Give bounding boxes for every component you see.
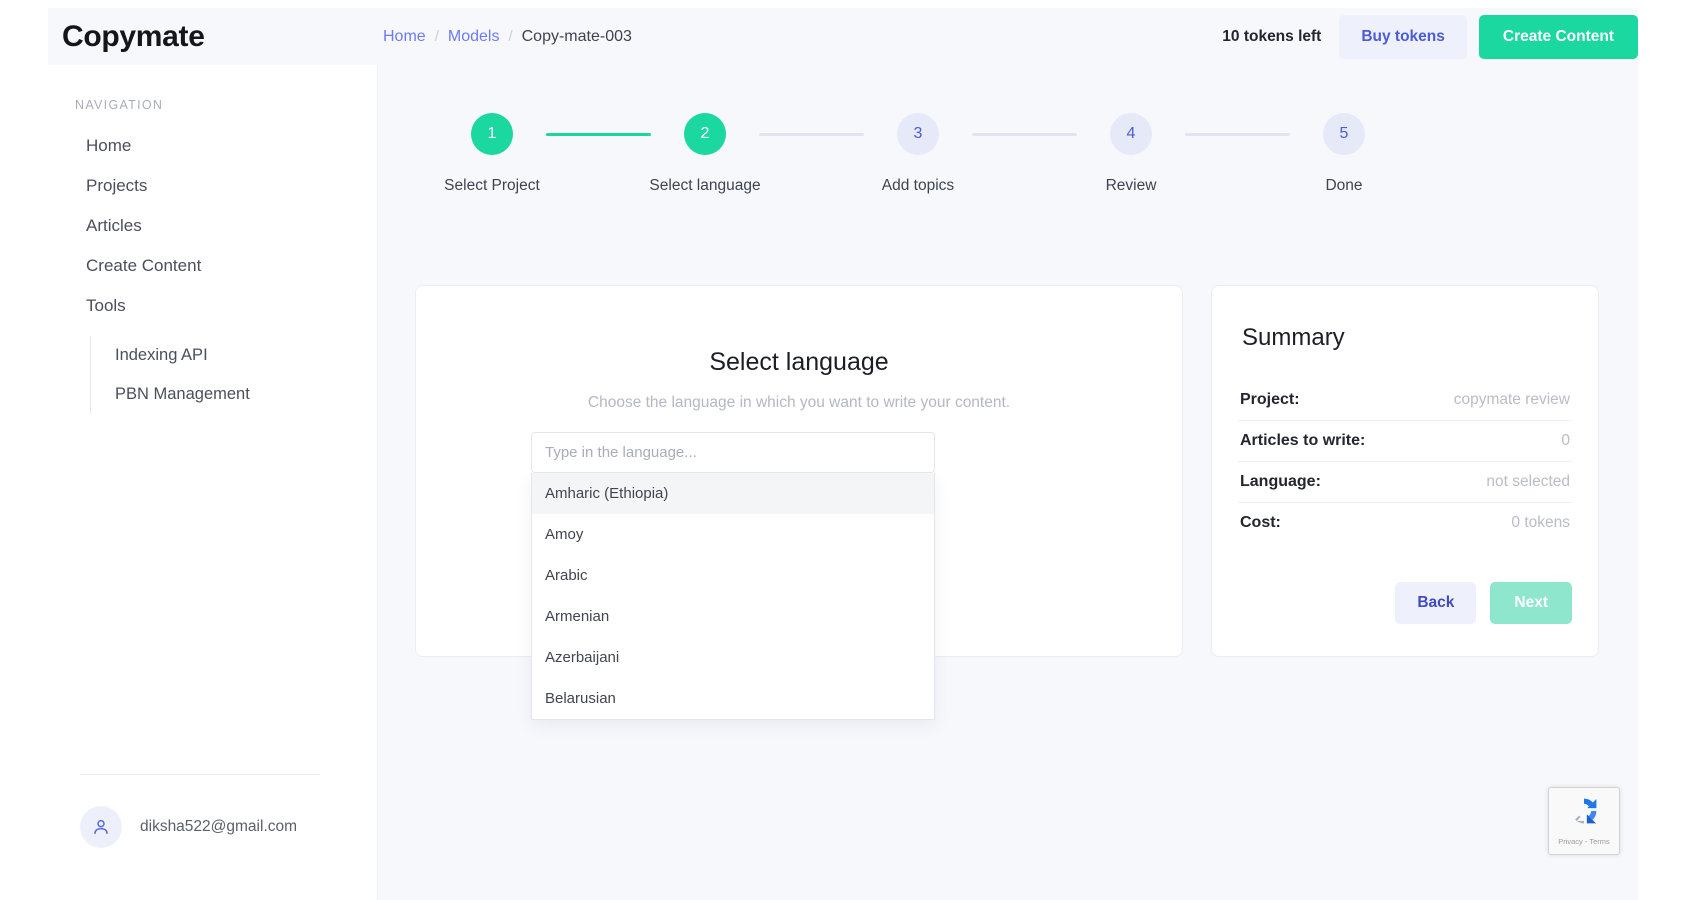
- recaptcha-icon: [1567, 794, 1601, 833]
- create-content-button[interactable]: Create Content: [1478, 14, 1638, 59]
- language-option[interactable]: Amharic (Ethiopia): [532, 473, 934, 514]
- back-button[interactable]: Back: [1395, 582, 1477, 624]
- step-connector-1: [546, 133, 651, 136]
- sidebar-user-row[interactable]: diksha522@gmail.com: [80, 806, 297, 848]
- step-5-label: Done: [1325, 177, 1363, 194]
- user-icon: [80, 806, 122, 848]
- step-5-number: 5: [1323, 113, 1365, 155]
- sidebar-item-projects[interactable]: Projects: [48, 166, 377, 206]
- recaptcha-separator: -: [1584, 837, 1588, 846]
- breadcrumb-separator: /: [508, 28, 513, 45]
- step-4-label: Review: [1105, 177, 1157, 194]
- step-3-label: Add topics: [881, 177, 955, 194]
- language-options-list: Amharic (Ethiopia) Amoy Arabic Armenian …: [531, 473, 935, 720]
- sidebar-item-create-content[interactable]: Create Content: [48, 246, 377, 286]
- top-bar: Copymate Home / Models / Copy-mate-003 1…: [48, 8, 1638, 65]
- sidebar: NAVIGATION Home Projects Articles Create…: [48, 65, 378, 900]
- top-bar-actions: 10 tokens left Buy tokens Create Content: [1222, 8, 1638, 65]
- page-title: Select language: [709, 348, 889, 376]
- language-option[interactable]: Armenian: [532, 596, 934, 637]
- breadcrumb-separator: /: [434, 28, 439, 45]
- language-option[interactable]: Azerbaijani: [532, 637, 934, 678]
- step-4[interactable]: 4 Review: [1077, 113, 1185, 195]
- sidebar-item-tools[interactable]: Tools: [48, 286, 377, 326]
- summary-row-articles: Articles to write: 0: [1238, 421, 1572, 462]
- summary-label-cost: Cost:: [1240, 514, 1281, 531]
- summary-value-cost: 0 tokens: [1511, 514, 1570, 531]
- summary-value-project: copymate review: [1453, 391, 1570, 408]
- step-2-label: Select language: [649, 177, 761, 194]
- summary-row-language: Language: not selected: [1238, 462, 1572, 503]
- summary-value-language: not selected: [1486, 473, 1570, 490]
- summary-row-cost: Cost: 0 tokens: [1238, 503, 1572, 543]
- tokens-left-label: 10 tokens left: [1222, 27, 1322, 45]
- step-5[interactable]: 5 Done: [1290, 113, 1398, 195]
- summary-label-language: Language:: [1240, 473, 1321, 490]
- breadcrumb-item-models[interactable]: Models: [448, 28, 500, 46]
- brand-logo[interactable]: Copymate: [48, 20, 378, 54]
- breadcrumb: Home / Models / Copy-mate-003: [378, 28, 632, 46]
- breadcrumb-item-home[interactable]: Home: [383, 28, 426, 46]
- language-combobox: Amharic (Ethiopia) Amoy Arabic Armenian …: [531, 432, 935, 720]
- step-3[interactable]: 3 Add topics: [864, 113, 972, 195]
- recaptcha-terms-link[interactable]: Terms: [1589, 837, 1609, 846]
- sidebar-section-title: NAVIGATION: [75, 98, 164, 112]
- language-option[interactable]: Belarusian: [532, 678, 934, 719]
- summary-actions: Back Next: [1395, 582, 1572, 624]
- summary-row-project: Project: copymate review: [1238, 380, 1572, 421]
- summary-card: Summary Project: copymate review Article…: [1211, 285, 1599, 657]
- sidebar-item-home[interactable]: Home: [48, 126, 377, 166]
- sidebar-item-indexing-api[interactable]: Indexing API: [91, 336, 377, 375]
- sidebar-item-articles[interactable]: Articles: [48, 206, 377, 246]
- recaptcha-footer: Privacy - Terms: [1558, 837, 1610, 846]
- summary-value-articles: 0: [1561, 432, 1570, 449]
- page-subtitle: Choose the language in which you want to…: [587, 394, 1011, 411]
- sidebar-divider: [80, 774, 320, 775]
- summary-label-project: Project:: [1240, 391, 1300, 408]
- step-connector-3: [972, 133, 1077, 136]
- step-3-number: 3: [897, 113, 939, 155]
- step-connector-2: [759, 133, 864, 136]
- step-1-label: Select Project: [444, 177, 540, 194]
- step-4-number: 4: [1110, 113, 1152, 155]
- summary-title: Summary: [1242, 324, 1345, 351]
- language-option[interactable]: Arabic: [532, 555, 934, 596]
- next-button[interactable]: Next: [1490, 582, 1572, 624]
- wizard-stepper: 1 Select Project 2 Select language 3 Add…: [438, 113, 1398, 195]
- sidebar-subnav: Indexing API PBN Management: [90, 336, 377, 414]
- sidebar-item-pbn-management[interactable]: PBN Management: [91, 375, 377, 414]
- breadcrumb-item-current: Copy-mate-003: [521, 27, 632, 45]
- step-2[interactable]: 2 Select language: [649, 113, 761, 195]
- step-2-number: 2: [684, 113, 726, 155]
- step-connector-4: [1185, 133, 1290, 136]
- app-root: Copymate Home / Models / Copy-mate-003 1…: [0, 0, 1686, 900]
- language-option[interactable]: Amoy: [532, 514, 934, 555]
- summary-label-articles: Articles to write:: [1240, 432, 1366, 449]
- language-search-input[interactable]: [531, 432, 935, 473]
- buy-tokens-button[interactable]: Buy tokens: [1339, 14, 1467, 59]
- step-1-number: 1: [471, 113, 513, 155]
- summary-rows: Project: copymate review Articles to wri…: [1238, 380, 1572, 543]
- recaptcha-privacy-link[interactable]: Privacy: [1558, 837, 1583, 846]
- step-1[interactable]: 1 Select Project: [438, 113, 546, 195]
- recaptcha-badge[interactable]: Privacy - Terms: [1548, 787, 1620, 855]
- user-email-label: diksha522@gmail.com: [140, 818, 298, 835]
